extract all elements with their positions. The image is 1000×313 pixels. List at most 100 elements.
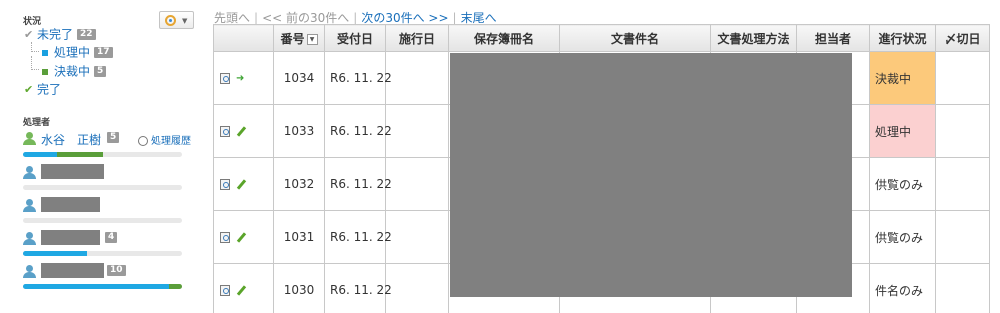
status-count-badge: 5 <box>94 66 107 77</box>
sort-dropdown-icon[interactable]: ▼ <box>306 33 318 45</box>
status-count-badge: 17 <box>94 47 113 58</box>
header-title[interactable]: 文書件名 <box>559 24 711 52</box>
person-icon <box>23 232 36 246</box>
header-received[interactable]: 受付日 <box>324 24 386 52</box>
display-options-button[interactable]: ▼ <box>159 11 194 29</box>
header-number[interactable]: 番号 ▼ <box>273 24 325 52</box>
pager-prev: << 前の30件へ <box>262 11 350 25</box>
green-check-icon: ✔ <box>24 82 34 96</box>
tree-connector <box>31 56 39 70</box>
row-actions: ➜ <box>213 51 274 105</box>
pager-last-link[interactable]: 末尾へ <box>461 11 497 25</box>
detail-view-icon[interactable] <box>220 179 230 190</box>
row-actions <box>213 157 274 211</box>
cell-enforced <box>385 157 449 211</box>
processor-name: 水谷 正樹 <box>41 133 102 147</box>
history-link-label: 処理履歴 <box>151 136 191 147</box>
processor-count-badge: 5 <box>107 132 120 143</box>
processor-item[interactable]: 4 <box>23 230 183 258</box>
processor-progress-bar <box>23 218 182 223</box>
processor-progress-bar <box>23 251 182 256</box>
header-enforced[interactable]: 施行日 <box>385 24 449 52</box>
status-section-title: 状況 <box>23 17 42 27</box>
pencil-icon[interactable] <box>236 286 246 296</box>
blue-square-icon <box>42 49 48 56</box>
clock-icon <box>138 136 148 146</box>
cell-deadline <box>935 157 990 211</box>
processor-item[interactable] <box>23 164 183 192</box>
status-item-processing[interactable]: 処理中 17 <box>42 45 113 60</box>
row-actions <box>213 263 274 313</box>
redacted-name <box>41 263 104 278</box>
history-link[interactable]: 処理履歴 <box>138 132 191 147</box>
pager-separator: | <box>254 11 259 25</box>
status-item-approval[interactable]: 決裁中 5 <box>42 64 107 79</box>
sidebar: 状況 ▼ ✔ 未完了 22 処理中 17 決裁中 5 ✔ 完了 処理者 水谷 正樹 5 処… <box>0 0 205 313</box>
cell-number: 1030 <box>273 263 325 313</box>
row-actions <box>213 210 274 264</box>
header-deadline[interactable]: 〆切日 <box>935 24 990 52</box>
pager-next-link[interactable]: 次の30件へ >> <box>361 11 448 25</box>
header-progress[interactable]: 進行状況 <box>869 24 936 52</box>
arrow-icon[interactable]: ➜ <box>236 73 246 83</box>
row-actions <box>213 104 274 158</box>
processor-progress-bar <box>23 185 182 190</box>
person-icon <box>23 166 36 180</box>
pencil-icon[interactable] <box>236 127 246 137</box>
green-square-icon <box>42 68 48 75</box>
status-item-label: 決裁中 <box>54 64 91 79</box>
processor-item[interactable]: 水谷 正樹 5 処理履歴 <box>23 132 203 160</box>
header-ledger[interactable]: 保存簿冊名 <box>448 24 560 52</box>
person-icon <box>23 199 36 213</box>
cell-received: R6. 11. 22 <box>324 51 392 105</box>
status-item-label: 未完了 <box>37 27 74 42</box>
header-method[interactable]: 文書処理方法 <box>710 24 797 52</box>
processor-item[interactable] <box>23 197 183 225</box>
processor-count-badge: 4 <box>105 232 118 243</box>
cell-deadline <box>935 210 990 264</box>
cell-enforced <box>385 210 449 264</box>
cell-number: 1033 <box>273 104 325 158</box>
pager-separator: | <box>353 11 358 25</box>
detail-view-icon[interactable] <box>220 285 230 296</box>
header-assignee[interactable]: 担当者 <box>796 24 870 52</box>
header-actions <box>213 24 274 52</box>
pager-separator: | <box>452 11 457 25</box>
status-item-incomplete[interactable]: ✔ 未完了 22 <box>24 27 96 42</box>
cell-number: 1031 <box>273 210 325 264</box>
pencil-icon[interactable] <box>236 180 246 190</box>
processor-item[interactable]: 10 <box>23 263 183 291</box>
person-icon <box>23 132 36 146</box>
display-icon <box>165 15 176 26</box>
detail-view-icon[interactable] <box>220 126 230 137</box>
cell-deadline <box>935 263 990 313</box>
pager-first: 先頭へ <box>214 11 251 25</box>
status-item-complete[interactable]: ✔ 完了 <box>24 82 61 97</box>
cell-received: R6. 11. 22 <box>324 263 392 313</box>
detail-view-icon[interactable] <box>220 232 230 243</box>
cell-progress: 供覧のみ <box>869 157 936 211</box>
cell-progress: 決裁中 <box>869 51 936 105</box>
cell-number: 1034 <box>273 51 325 105</box>
cell-enforced <box>385 104 449 158</box>
cell-enforced <box>385 51 449 105</box>
detail-view-icon[interactable] <box>220 73 230 84</box>
table-header-row: 番号 ▼ 受付日 施行日 保存簿冊名 文書件名 文書処理方法 担当者 進行状況 〆… <box>213 24 990 52</box>
chevron-down-icon: ▼ <box>182 17 188 25</box>
check-icon: ✔ <box>24 27 34 41</box>
header-label: 番号 <box>280 31 305 46</box>
redacted-name <box>41 197 100 212</box>
cell-enforced <box>385 263 449 313</box>
processors-section-title: 処理者 <box>23 118 51 128</box>
cell-received: R6. 11. 22 <box>324 157 392 211</box>
cell-progress: 供覧のみ <box>869 210 936 264</box>
status-item-label: 処理中 <box>54 45 91 60</box>
pencil-icon[interactable] <box>236 233 246 243</box>
redacted-block <box>450 53 852 297</box>
tree-connector <box>31 42 39 52</box>
cell-progress: 処理中 <box>869 104 936 158</box>
status-item-label: 完了 <box>37 82 62 97</box>
redacted-name <box>41 164 104 179</box>
status-count-badge: 22 <box>77 29 96 40</box>
cell-number: 1032 <box>273 157 325 211</box>
